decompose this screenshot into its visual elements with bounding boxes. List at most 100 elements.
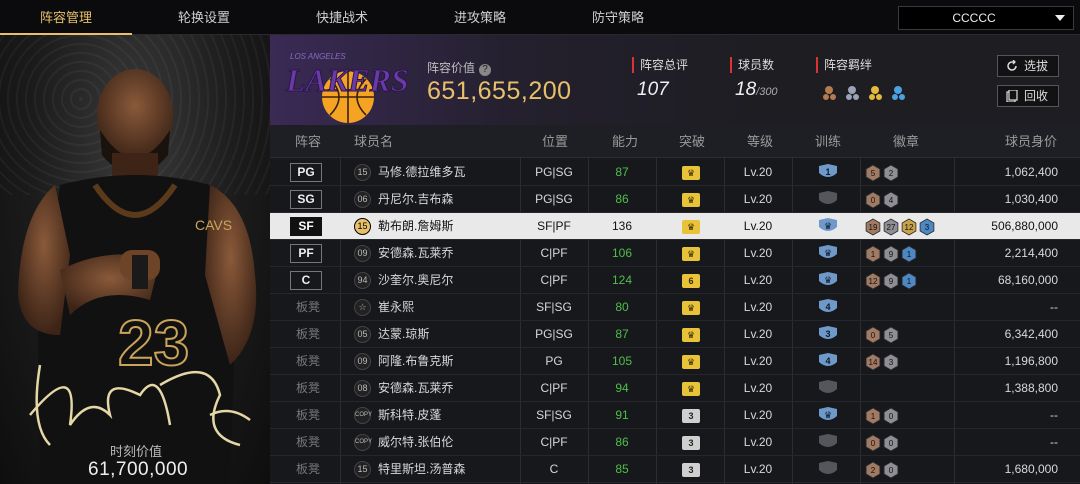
training-shield-icon[interactable] (818, 461, 838, 478)
player-level: Lv.20 (743, 192, 773, 206)
col-player-value[interactable]: 球员身价 (1005, 125, 1057, 158)
badge-group[interactable]: 52 (864, 164, 900, 182)
player-position: C|PF (540, 435, 568, 449)
logo-text: LAKERS (285, 62, 409, 98)
table-row[interactable]: SF 15 勒布朗.詹姆斯 SF|PF 136 ♛ Lv.20 ♛ 19 27 12 3 506,880… (270, 213, 1080, 240)
table-row[interactable]: 板凳 COPY 斯科特.皮蓬 SF|SG 91 3 Lv.20 ♛ 1 0 -- (270, 402, 1080, 429)
training-shield-icon[interactable] (818, 434, 838, 451)
select-button[interactable]: 选拔 (997, 55, 1059, 77)
player-position: PG|SG (535, 165, 573, 179)
player-position: C|PF (540, 246, 568, 260)
table-row[interactable]: 板凳 15 特里斯坦.汤普森 C 85 3 Lv.20 2 0 1,680,000 (270, 456, 1080, 483)
player-value: 68,160,000 (997, 273, 1058, 287)
col-breakthrough[interactable]: 突破 (679, 125, 705, 158)
col-training[interactable]: 训练 (815, 125, 841, 158)
bench-slot-label[interactable]: 板凳 (296, 429, 320, 456)
col-player-name[interactable]: 球员名 (354, 125, 393, 158)
player-card-panel[interactable]: 23 CAVS 时刻价值 61,700,000 (0, 35, 270, 484)
badge-count: 2 (889, 169, 894, 178)
badge-group[interactable]: 05 (864, 326, 900, 344)
table-row[interactable]: SG 06 丹尼尔.吉布森 PG|SG 86 ♛ Lv.20 0 4 1,030,400 (270, 186, 1080, 213)
jersey-number-tag: 09 (354, 245, 371, 262)
table-row[interactable]: PG 15 马修.德拉维多瓦 PG|SG 87 ♛ Lv.20 1 5 2 1,062,400 (270, 159, 1080, 186)
badge-group[interactable]: 00 (864, 434, 900, 452)
col-level[interactable]: 等级 (747, 125, 773, 158)
training-shield-icon[interactable]: 3 (818, 326, 838, 343)
badge-count: 0 (889, 439, 894, 448)
bench-slot-label[interactable]: 板凳 (296, 375, 320, 402)
bond-icons[interactable] (820, 83, 912, 103)
player-position: C|PF (540, 273, 568, 287)
player-level: Lv.20 (743, 165, 773, 179)
training-shield-icon[interactable]: 4 (818, 353, 838, 370)
player-name: 斯科特.皮蓬 (378, 408, 442, 422)
recycle-button[interactable]: 回收 (997, 85, 1059, 107)
table-row[interactable]: 板凳 09 阿隆.布鲁克斯 PG 105 ♛ Lv.20 4 14 3 1,196,800 (270, 348, 1080, 375)
position-slot-badge[interactable]: SG (290, 190, 322, 209)
table-row[interactable]: C 94 沙奎尔.奥尼尔 C|PF 124 6 Lv.20 ♛ 12 9 1 68,160,000 (270, 267, 1080, 294)
player-level: Lv.20 (743, 219, 773, 233)
bench-slot-label[interactable]: 板凳 (296, 294, 320, 321)
badge-group[interactable]: 19 27 12 3 (864, 218, 936, 236)
badge-group[interactable]: 04 (864, 191, 900, 209)
col-badges[interactable]: 徽章 (893, 125, 919, 158)
col-slot[interactable]: 阵容 (295, 125, 321, 158)
document-icon (1006, 90, 1018, 102)
training-shield-icon[interactable] (818, 191, 838, 208)
training-shield-icon[interactable]: ♛ (818, 272, 838, 289)
training-shield-icon[interactable]: ♛ (818, 218, 838, 235)
badge-count: 1 (907, 277, 912, 286)
help-icon[interactable]: ? (479, 64, 492, 76)
bench-slot-label[interactable]: 板凳 (296, 321, 320, 348)
tab-offense-strategy[interactable]: 进攻策略 (414, 0, 546, 35)
table-row[interactable]: 板凳 05 达蒙.琼斯 PG|SG 87 ♛ Lv.20 3 0 5 6,342,400 (270, 321, 1080, 348)
player-name: 丹尼尔.吉布森 (378, 192, 454, 206)
badge-group[interactable]: 10 (864, 407, 900, 425)
position-slot-badge[interactable]: PF (290, 244, 322, 263)
badge-count: 9 (889, 277, 894, 286)
position-slot-badge[interactable]: PG (290, 163, 322, 182)
tab-lineup-management[interactable]: 阵容管理 (0, 0, 132, 35)
tab-quick-tactics[interactable]: 快捷战术 (276, 0, 408, 35)
training-shield-icon[interactable]: ♛ (818, 245, 838, 262)
player-value: 506,880,000 (991, 219, 1058, 233)
player-value: -- (1050, 408, 1058, 422)
training-shield-icon[interactable] (818, 380, 838, 397)
badge-count: 1 (871, 250, 876, 259)
player-name: 安德森.瓦莱乔 (378, 381, 454, 395)
moment-value-label: 时刻价值 (110, 444, 163, 459)
training-shield-icon[interactable]: 1 (818, 164, 838, 181)
jersey-number-tag: COPY (354, 407, 372, 424)
crown-icon: ♛ (682, 301, 700, 315)
badge-group[interactable]: 20 (864, 461, 900, 479)
lineup-select-dropdown[interactable]: CCCCC (898, 6, 1074, 30)
table-row[interactable]: 板凳 COPY 威尔特.张伯伦 C|PF 86 3 Lv.20 0 0 -- (270, 429, 1080, 456)
tab-rotation-settings[interactable]: 轮换设置 (138, 0, 270, 35)
training-level: 4 (825, 302, 830, 312)
bench-slot-label[interactable]: 板凳 (296, 402, 320, 429)
training-shield-icon[interactable]: 4 (818, 299, 838, 316)
table-row[interactable]: 板凳 ☆ 崔永熙 SF|SG 80 ♛ Lv.20 4 -- (270, 294, 1080, 321)
jersey-number-tag: 94 (354, 272, 371, 289)
badge-count: 19 (869, 223, 878, 232)
badge-count: 5 (889, 331, 894, 340)
position-slot-badge[interactable]: C (290, 271, 322, 290)
svg-text:♛: ♛ (824, 221, 832, 231)
bench-slot-label[interactable]: 板凳 (296, 348, 320, 375)
badge-group[interactable]: 14 3 (864, 353, 900, 371)
training-shield-icon[interactable]: ♛ (818, 407, 838, 424)
position-slot-badge[interactable]: SF (290, 217, 322, 236)
breakthrough-level: 3 (682, 463, 700, 477)
tab-defense-strategy[interactable]: 防守策略 (552, 0, 684, 35)
player-name: 特里斯坦.汤普森 (378, 462, 466, 476)
svg-text:♛: ♛ (824, 410, 832, 420)
col-ability[interactable]: 能力 (612, 125, 638, 158)
table-row[interactable]: PF 09 安德森.瓦莱乔 C|PF 106 ♛ Lv.20 ♛ 1 9 1 2,214,400 (270, 240, 1080, 267)
player-position: SF|SG (536, 408, 572, 422)
col-position[interactable]: 位置 (542, 125, 568, 158)
bench-slot-label[interactable]: 板凳 (296, 456, 320, 483)
badge-count: 0 (871, 331, 876, 340)
badge-group[interactable]: 1 9 1 (864, 245, 918, 263)
badge-group[interactable]: 12 9 1 (864, 272, 918, 290)
table-row[interactable]: 板凳 08 安德森.瓦莱乔 C|PF 94 ♛ Lv.20 1,388,800 (270, 375, 1080, 402)
